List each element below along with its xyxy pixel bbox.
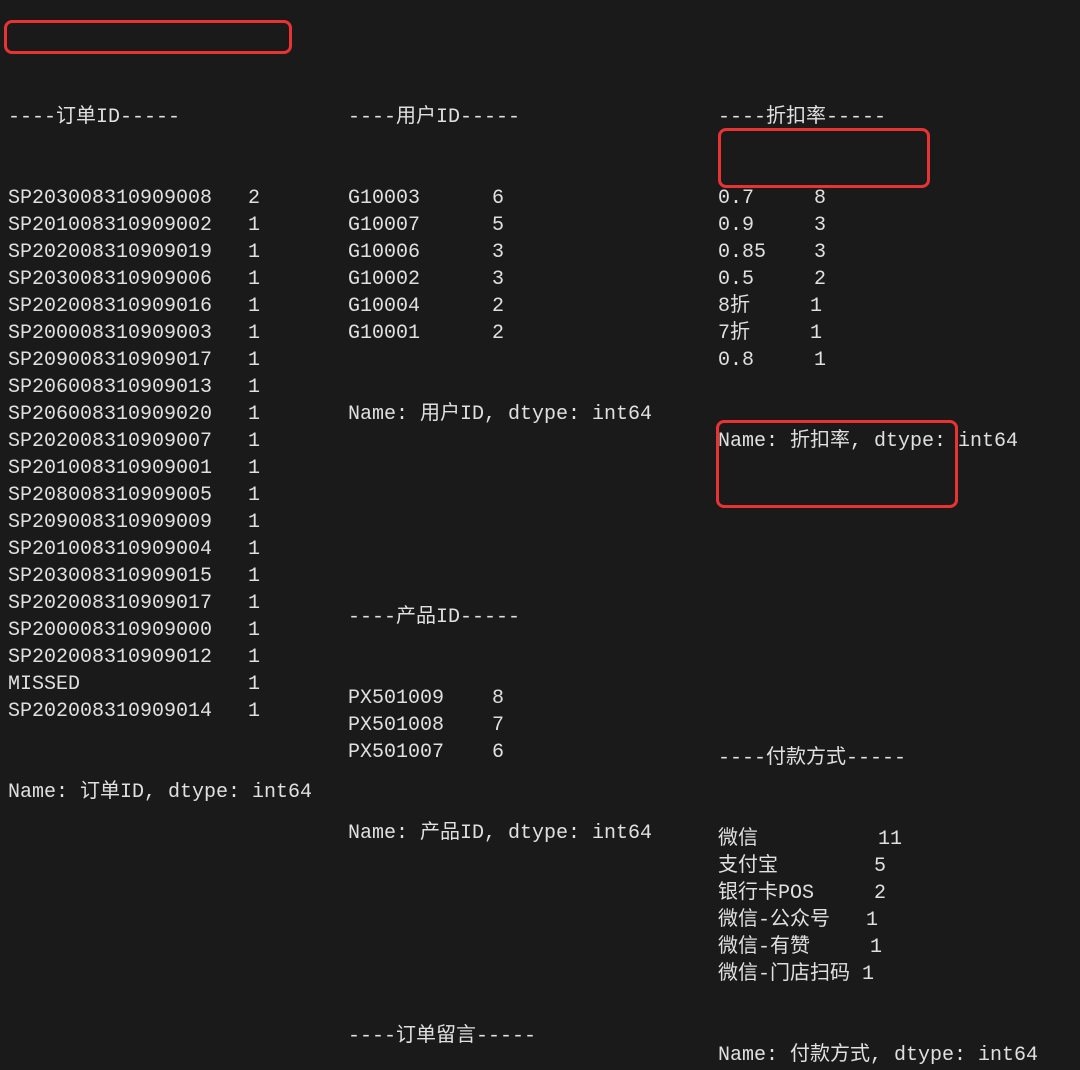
user-id-row: G10007 5 bbox=[348, 212, 668, 239]
user-id-row: G10006 3 bbox=[348, 239, 668, 266]
discount-row: 0.7 8 bbox=[718, 185, 1038, 212]
discount-row: 0.85 3 bbox=[718, 239, 1038, 266]
discount-footer: Name: 折扣率, dtype: int64 bbox=[718, 428, 1038, 455]
user-id-header: ----用户ID----- bbox=[348, 104, 668, 131]
order-id-row: SP201008310909004 1 bbox=[8, 536, 312, 563]
product-id-block: ----产品ID----- PX501009 8PX501008 7PX5010… bbox=[348, 550, 668, 901]
order-id-row: SP202008310909012 1 bbox=[8, 644, 312, 671]
order-id-row: SP206008310909020 1 bbox=[8, 401, 312, 428]
order-id-header: ----订单ID----- bbox=[8, 104, 312, 131]
user-id-footer: Name: 用户ID, dtype: int64 bbox=[348, 401, 668, 428]
product-id-row: PX501007 6 bbox=[348, 739, 668, 766]
order-id-row: SP209008310909017 1 bbox=[8, 347, 312, 374]
order-id-row: SP200008310909000 1 bbox=[8, 617, 312, 644]
column-right: ----折扣率----- 0.7 80.9 30.85 30.5 28折 17折… bbox=[718, 0, 1038, 1070]
product-id-row: PX501009 8 bbox=[348, 685, 668, 712]
comment-block: ----订单留言----- 加急 2加套件 2不要红色 1 Name: 订单留言… bbox=[348, 969, 668, 1070]
order-id-row: MISSED 1 bbox=[8, 671, 312, 698]
user-id-row: G10001 2 bbox=[348, 320, 668, 347]
payment-row: 微信-公众号 1 bbox=[718, 907, 1038, 934]
column-middle: ----用户ID----- G10003 6G10007 5G10006 3G1… bbox=[348, 0, 668, 1070]
comment-header: ----订单留言----- bbox=[348, 1023, 668, 1050]
column-order-id: ----订单ID----- SP203008310909008 2SP20100… bbox=[8, 0, 312, 901]
order-id-block: ----订单ID----- SP203008310909008 2SP20100… bbox=[8, 50, 312, 860]
payment-row: 微信-有赞 1 bbox=[718, 934, 1038, 961]
order-id-row: SP206008310909013 1 bbox=[8, 374, 312, 401]
payment-footer: Name: 付款方式, dtype: int64 bbox=[718, 1042, 1038, 1069]
order-id-row: SP200008310909003 1 bbox=[8, 320, 312, 347]
order-id-row: SP201008310909002 1 bbox=[8, 212, 312, 239]
discount-row: 0.5 2 bbox=[718, 266, 1038, 293]
product-id-header: ----产品ID----- bbox=[348, 604, 668, 631]
order-id-row: SP202008310909007 1 bbox=[8, 428, 312, 455]
payment-header: ----付款方式----- bbox=[718, 745, 1038, 772]
discount-row: 0.9 3 bbox=[718, 212, 1038, 239]
order-id-row: SP203008310909008 2 bbox=[8, 185, 312, 212]
order-id-row: SP201008310909001 1 bbox=[8, 455, 312, 482]
order-id-row: SP203008310909015 1 bbox=[8, 563, 312, 590]
order-id-row: SP203008310909006 1 bbox=[8, 266, 312, 293]
user-id-row: G10002 3 bbox=[348, 266, 668, 293]
product-id-footer: Name: 产品ID, dtype: int64 bbox=[348, 820, 668, 847]
user-id-row: G10003 6 bbox=[348, 185, 668, 212]
payment-row: 银行卡POS 2 bbox=[718, 880, 1038, 907]
user-id-row: G10004 2 bbox=[348, 293, 668, 320]
order-id-footer: Name: 订单ID, dtype: int64 bbox=[8, 779, 312, 806]
payment-block: ----付款方式----- 微信 11支付宝 5银行卡POS 2微信-公众号 1… bbox=[718, 691, 1038, 1070]
discount-row: 7折 1 bbox=[718, 320, 1038, 347]
discount-row: 0.8 1 bbox=[718, 347, 1038, 374]
discount-header: ----折扣率----- bbox=[718, 104, 1038, 131]
user-id-block: ----用户ID----- G10003 6G10007 5G10006 3G1… bbox=[348, 50, 668, 482]
order-id-row: SP202008310909016 1 bbox=[8, 293, 312, 320]
order-id-row: SP202008310909014 1 bbox=[8, 698, 312, 725]
payment-row: 支付宝 5 bbox=[718, 853, 1038, 880]
discount-block: ----折扣率----- 0.7 80.9 30.85 30.5 28折 17折… bbox=[718, 50, 1038, 509]
payment-row: 微信 11 bbox=[718, 826, 1038, 853]
product-id-row: PX501008 7 bbox=[348, 712, 668, 739]
payment-row: 微信-门店扫码 1 bbox=[718, 961, 1038, 988]
discount-row: 8折 1 bbox=[718, 293, 1038, 320]
order-id-row: SP208008310909005 1 bbox=[8, 482, 312, 509]
order-id-row: SP202008310909019 1 bbox=[8, 239, 312, 266]
order-id-row: SP209008310909009 1 bbox=[8, 509, 312, 536]
order-id-row: SP202008310909017 1 bbox=[8, 590, 312, 617]
